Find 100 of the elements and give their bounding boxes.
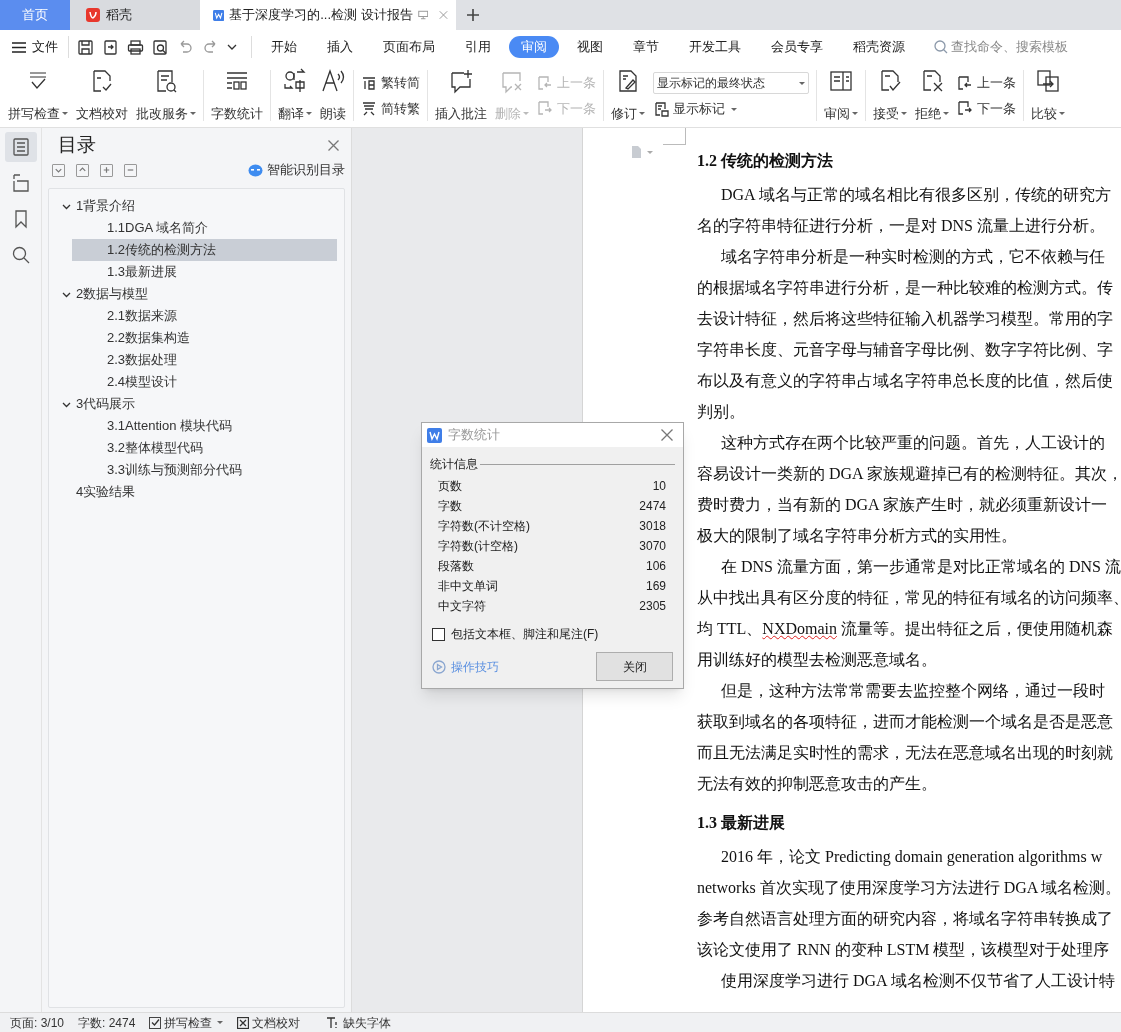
ribbon-button[interactable]: 拼写检查 xyxy=(4,64,72,127)
document-icon xyxy=(630,145,654,159)
ribbon-button[interactable]: 翻译 xyxy=(274,64,316,127)
close-button[interactable] xyxy=(326,137,341,153)
toc-item[interactable]: 3.1Attention 模块代码 xyxy=(72,415,337,437)
ribbon-small-button[interactable]: 繁转简 xyxy=(361,73,420,93)
ribbon-tab[interactable]: 章节 xyxy=(621,36,671,58)
ribbon-button[interactable]: 比较 xyxy=(1027,64,1069,127)
caret-icon xyxy=(943,111,949,115)
ribbon-tab[interactable]: 页面布局 xyxy=(371,36,447,58)
ribbon-tab[interactable]: 稻壳资源 xyxy=(841,36,917,58)
toc-item[interactable]: 1背景介绍 xyxy=(60,195,337,217)
text-line: 容易设计一类新的 DGA 家族规避掉已有的检测特征。其次， xyxy=(697,464,1121,484)
group-label: 统计信息 xyxy=(430,456,478,473)
close-icon xyxy=(439,9,448,21)
text-line: networks 首次实现了使用深度学习方法进行 DGA 域名检测。 xyxy=(697,878,1121,898)
stat-value: 2474 xyxy=(639,498,666,515)
ribbon-small-button[interactable]: 显示标记 xyxy=(653,99,809,119)
stat-label: 页数 xyxy=(438,478,462,495)
stat-label: 字符数(计空格) xyxy=(438,538,518,555)
stat-value: 10 xyxy=(652,478,666,495)
toc-item[interactable]: 2.2数据集构造 xyxy=(72,327,337,349)
previous-icon xyxy=(537,74,553,91)
stat-label: 段落数 xyxy=(438,558,474,575)
search-icon xyxy=(934,40,948,54)
text-line: 但是，这种方法常常需要去监控整个网络，通过一段时 xyxy=(720,681,1106,701)
toc-item[interactable]: 4实验结果 xyxy=(60,481,337,503)
ribbon-button[interactable]: 修订 xyxy=(607,64,649,127)
ribbon-small-button[interactable]: 下一条 xyxy=(957,98,1016,118)
ribbon-tab[interactable]: 插入 xyxy=(315,36,365,58)
text-line: 名的字符串特征进行分析，一是对 DNS 流量上进行分析。 xyxy=(697,216,1106,236)
outline-icon xyxy=(10,137,31,157)
close-button[interactable]: 关闭 xyxy=(596,652,673,681)
toc-item[interactable]: 3.3训练与预测部分代码 xyxy=(72,459,337,481)
caret-icon xyxy=(639,111,645,115)
ribbon-small-button[interactable]: 简转繁 xyxy=(361,98,420,118)
add-level-button[interactable] xyxy=(100,163,113,177)
close-button[interactable] xyxy=(661,429,673,441)
stat-value: 169 xyxy=(645,578,666,595)
panel-title: 目录 xyxy=(58,132,96,157)
text-line: 极大的限制了域名字符串分析方式的实用性。 xyxy=(697,526,1018,546)
translate-icon xyxy=(282,68,308,94)
close-icon xyxy=(328,139,339,151)
remove-level-button[interactable] xyxy=(124,163,137,177)
toc-item[interactable]: 2.1数据来源 xyxy=(72,305,337,327)
word-count[interactable]: 字数: 2474 xyxy=(78,1013,136,1032)
toc-item[interactable]: 2.4模型设计 xyxy=(72,371,337,393)
ribbon-button[interactable]: 接受 xyxy=(869,64,911,127)
spell-check-toggle[interactable]: 拼写检查 xyxy=(149,1013,224,1032)
toc-item[interactable]: 3代码展示 xyxy=(60,393,337,415)
text-line: 去设计特征，然后将这些特征输入机器学习模型。常用的字 xyxy=(697,309,1114,329)
text-line: 无法有效的抑制恶意攻击的产生。 xyxy=(697,774,938,794)
sidebar-tab[interactable] xyxy=(4,132,37,162)
text-line: 均 TTL、NXDomain 流量等。提出特征之后，便使用随机森 xyxy=(697,619,1114,639)
traditional-char-icon xyxy=(361,100,377,117)
ribbon-button[interactable]: 审阅 xyxy=(820,64,862,127)
monitor-icon xyxy=(417,9,429,21)
ribbon-button[interactable]: 插入批注 xyxy=(431,64,491,127)
toc-item[interactable]: 3.2整体模型代码 xyxy=(72,437,337,459)
missing-fonts-button[interactable]: 缺失字体 xyxy=(326,1013,392,1032)
smart-toc-button[interactable]: 智能识别目录 xyxy=(248,160,345,180)
ribbon-button[interactable]: 拒绝 xyxy=(911,64,953,127)
close-icon xyxy=(661,429,673,441)
ribbon-tab[interactable]: 开始 xyxy=(259,36,309,58)
ribbon-button[interactable]: 文档校对 xyxy=(72,64,132,127)
plus-icon xyxy=(101,164,112,176)
collapse-button[interactable] xyxy=(52,163,65,177)
app-logo-icon xyxy=(427,427,442,443)
expand-button[interactable] xyxy=(76,163,89,177)
ribbon-tab[interactable]: 引用 xyxy=(453,36,503,58)
command-search-field[interactable]: 查找命令、搜索模板 xyxy=(951,37,1081,57)
toc-item[interactable]: 2数据与模型 xyxy=(60,283,337,305)
caret-icon xyxy=(852,111,858,115)
search-icon xyxy=(10,245,31,265)
markup-select[interactable]: 显示标记的最终状态 xyxy=(653,72,809,95)
toc-item[interactable]: 2.3数据处理 xyxy=(72,349,337,371)
page-indicator: 页面: 3/10 xyxy=(10,1014,65,1032)
ribbon-button[interactable]: 批改服务 xyxy=(132,64,200,127)
caret-icon xyxy=(306,111,312,115)
proofread-button[interactable]: 文档校对 xyxy=(237,1013,301,1032)
ribbon-button[interactable]: 朗读 xyxy=(316,64,350,127)
file-menu[interactable]: 文件 xyxy=(12,37,68,57)
ribbon-tab[interactable]: 会员专享 xyxy=(759,36,835,58)
include-checkbox[interactable]: 包括文本框、脚注和尾注(F) xyxy=(432,625,683,643)
print-preview-icon xyxy=(152,38,169,56)
ribbon-button[interactable]: 字数统计 xyxy=(207,64,267,127)
ribbon-tab[interactable]: 开发工具 xyxy=(677,36,753,58)
ribbon-small-button[interactable]: 上一条 xyxy=(957,73,1016,93)
document-tab[interactable]: 基于深度学习的...检测 设计报告 xyxy=(200,0,456,30)
app-tab[interactable]: 稻壳 xyxy=(70,0,200,30)
toc-item[interactable]: 1.3最新进展 xyxy=(72,261,337,283)
stat-value: 3070 xyxy=(639,538,666,555)
text-line: 判别。 xyxy=(697,402,746,422)
caret-icon xyxy=(1059,111,1065,115)
caret-icon xyxy=(799,81,805,85)
toc-item[interactable]: 1.1DGA 域名简介 xyxy=(72,217,337,239)
ribbon-tab[interactable]: 视图 xyxy=(565,36,615,58)
panel-icon xyxy=(828,68,854,94)
robot-face-icon xyxy=(248,163,263,177)
toc-item[interactable]: 1.2传统的检测方法 xyxy=(72,239,337,261)
